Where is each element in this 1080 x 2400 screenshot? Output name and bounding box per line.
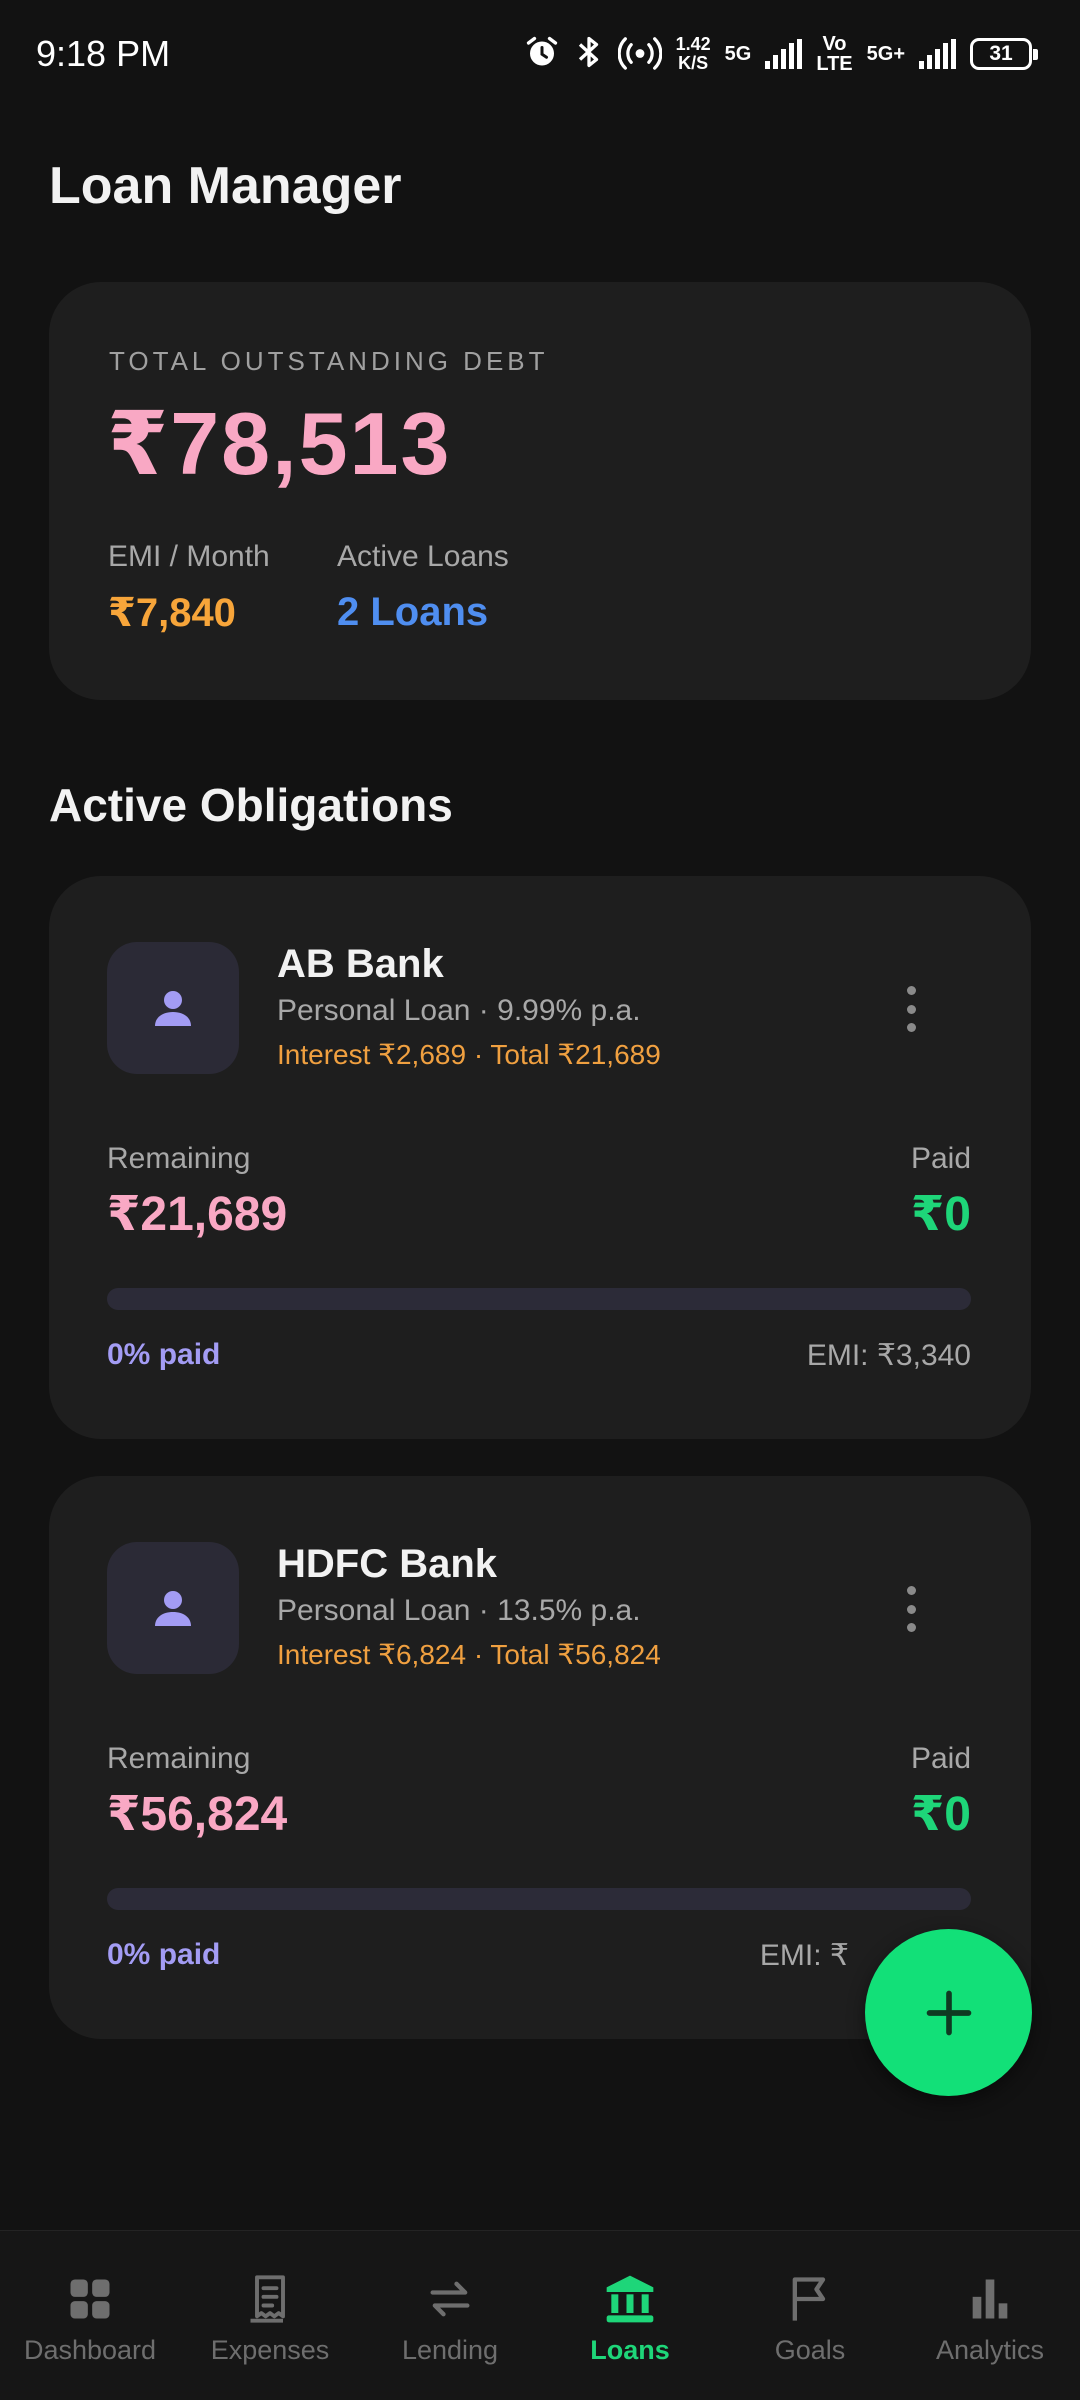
loan-emi: EMI: ₹3,340 bbox=[806, 1339, 971, 1372]
total-debt-value: ₹78,513 bbox=[107, 394, 452, 493]
nav-label: Expenses bbox=[210, 2335, 330, 2365]
status-time: 9:18 PM bbox=[36, 33, 171, 74]
more-options-icon[interactable] bbox=[901, 1586, 921, 1632]
nav-label: Dashboard bbox=[23, 2335, 157, 2365]
bar-chart-icon bbox=[962, 2271, 1018, 2327]
avatar bbox=[107, 1542, 239, 1674]
paid-label: Paid bbox=[910, 1742, 971, 1775]
loan-bank-name: AB Bank bbox=[277, 942, 444, 986]
paid-label: Paid bbox=[910, 1142, 971, 1175]
sim1-label: 5G bbox=[724, 43, 752, 65]
paid-value: ₹0 bbox=[910, 1788, 971, 1841]
nav-lending[interactable]: Lending bbox=[360, 2231, 540, 2400]
loan-interest: Interest ₹6,824 · Total ₹56,824 bbox=[277, 1639, 661, 1670]
loan-card[interactable]: AB Bank Personal Loan · 9.99% p.a. Inter… bbox=[49, 876, 1031, 1439]
swap-icon bbox=[422, 2271, 478, 2327]
nav-label: Goals bbox=[774, 2335, 846, 2365]
remaining-label: Remaining bbox=[107, 1142, 251, 1175]
net-speed: 1.42 K/S bbox=[676, 35, 711, 73]
remaining-label: Remaining bbox=[107, 1742, 251, 1775]
loan-card[interactable]: HDFC Bank Personal Loan · 13.5% p.a. Int… bbox=[49, 1476, 1031, 2039]
loan-interest: Interest ₹2,689 · Total ₹21,689 bbox=[277, 1039, 661, 1070]
active-loans-summary: Active Loans 2 Loans bbox=[337, 540, 509, 635]
battery-level: 31 bbox=[989, 42, 1013, 65]
active-loans-value: 2 Loans bbox=[337, 590, 489, 634]
nav-expenses[interactable]: Expenses bbox=[180, 2231, 360, 2400]
nav-dashboard[interactable]: Dashboard bbox=[0, 2231, 180, 2400]
paid-percent: 0% paid bbox=[107, 1938, 221, 1971]
nav-label: Analytics bbox=[935, 2335, 1045, 2365]
net-speed-value: 1.42 bbox=[675, 34, 711, 54]
volte-top: Vo bbox=[822, 33, 847, 55]
emi-value: ₹7,840 bbox=[108, 591, 236, 635]
page-title: Loan Manager bbox=[49, 157, 402, 215]
receipt-icon bbox=[242, 2271, 298, 2327]
status-bar: 9:18 PM 1.42 K/S 5G Vo LTE 5G+ 31 bbox=[0, 0, 1080, 108]
loan-emi: EMI: ₹ bbox=[759, 1939, 849, 1972]
nav-analytics[interactable]: Analytics bbox=[900, 2231, 1080, 2400]
nav-loans[interactable]: Loans bbox=[540, 2231, 720, 2400]
avatar bbox=[107, 942, 239, 1074]
person-icon bbox=[155, 1591, 191, 1626]
alarm-icon bbox=[524, 34, 560, 75]
bank-icon bbox=[602, 2271, 658, 2327]
loan-bank-name: HDFC Bank bbox=[277, 1542, 498, 1586]
volte-indicator: Vo LTE bbox=[816, 34, 852, 74]
plus-icon bbox=[926, 1990, 971, 2035]
bottom-navigation: Dashboard Expenses Lending Loans Goals A… bbox=[0, 2230, 1080, 2400]
signal-icon bbox=[919, 39, 956, 69]
nav-label: Lending bbox=[401, 2335, 499, 2365]
active-loans-label: Active Loans bbox=[337, 540, 509, 573]
more-options-icon[interactable] bbox=[901, 986, 921, 1032]
status-icons: 1.42 K/S 5G Vo LTE 5G+ 31 bbox=[524, 34, 1038, 75]
summary-card: TOTAL OUTSTANDING DEBT ₹78,513 EMI / Mon… bbox=[49, 282, 1031, 700]
progress-bar bbox=[107, 1888, 971, 1910]
net-speed-unit: K/S bbox=[678, 53, 709, 73]
sim2-label: 5G+ bbox=[866, 43, 905, 65]
nav-label: Loans bbox=[590, 2335, 670, 2365]
signal-icon bbox=[765, 39, 803, 69]
progress-bar bbox=[107, 1288, 971, 1310]
emi-label: EMI / Month bbox=[108, 540, 270, 573]
loan-type: Personal Loan · 13.5% p.a. bbox=[277, 1594, 641, 1627]
total-debt-label: TOTAL OUTSTANDING DEBT bbox=[109, 346, 549, 376]
add-loan-button[interactable] bbox=[865, 1929, 1032, 2096]
volte-bottom: LTE bbox=[816, 53, 853, 75]
section-title: Active Obligations bbox=[49, 779, 453, 831]
hotspot-icon bbox=[617, 34, 662, 75]
loan-type: Personal Loan · 9.99% p.a. bbox=[277, 994, 641, 1027]
paid-percent: 0% paid bbox=[107, 1338, 221, 1371]
nav-goals[interactable]: Goals bbox=[720, 2231, 900, 2400]
dashboard-icon bbox=[62, 2271, 118, 2327]
remaining-value: ₹21,689 bbox=[107, 1188, 288, 1241]
remaining-value: ₹56,824 bbox=[107, 1788, 288, 1841]
person-icon bbox=[155, 991, 191, 1026]
emi-summary: EMI / Month ₹7,840 bbox=[108, 540, 270, 636]
flag-icon bbox=[782, 2271, 838, 2327]
paid-value: ₹0 bbox=[910, 1188, 971, 1241]
bluetooth-icon bbox=[574, 34, 604, 75]
battery-icon: 31 bbox=[970, 38, 1038, 70]
